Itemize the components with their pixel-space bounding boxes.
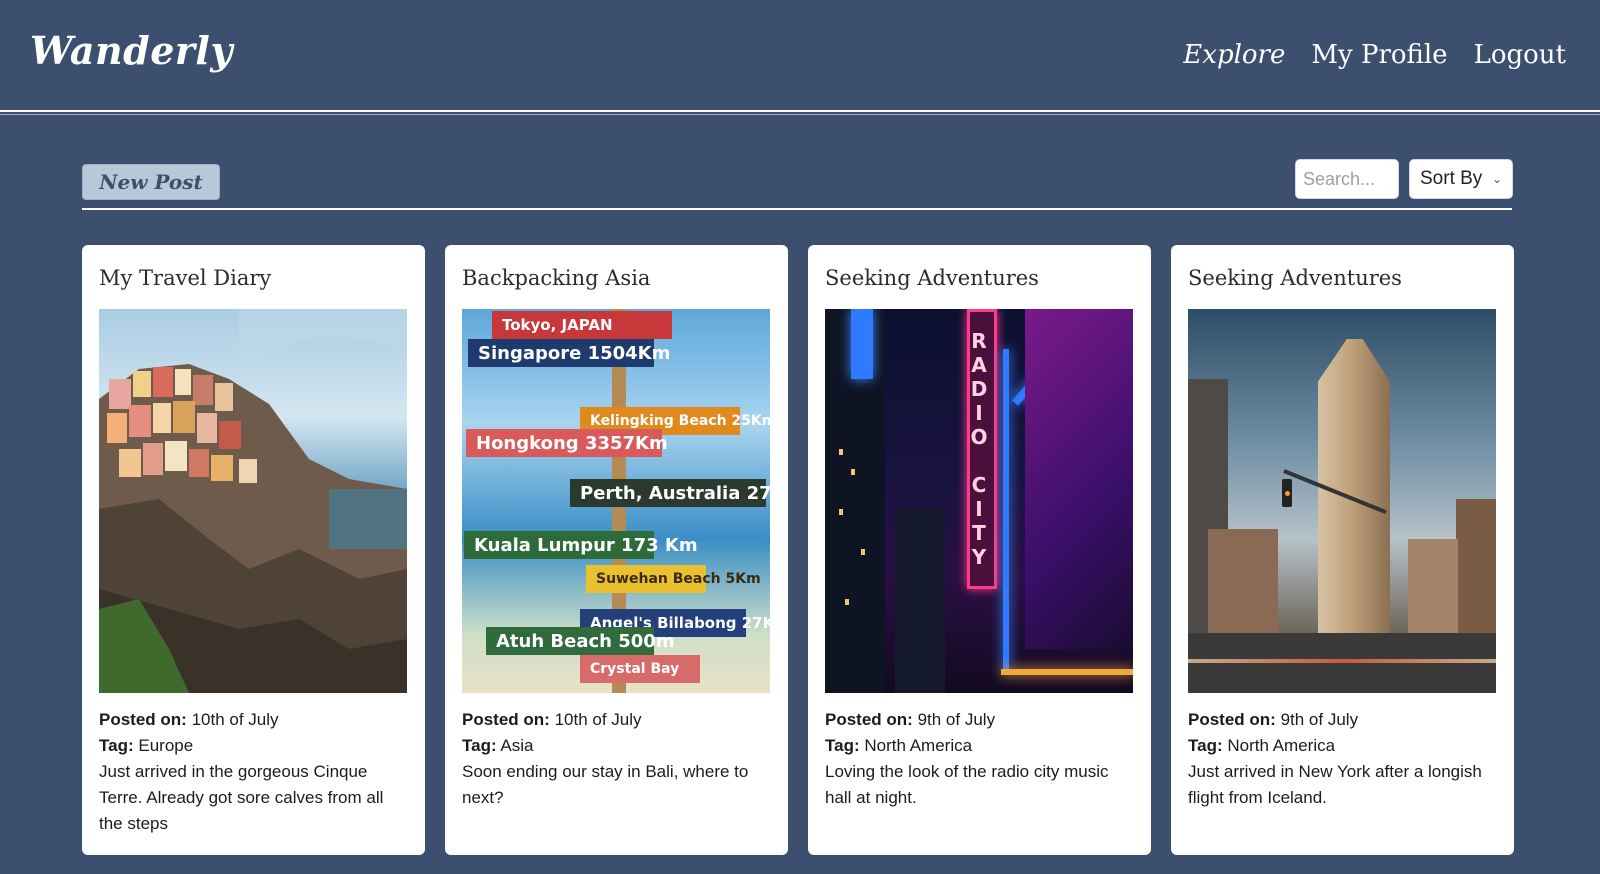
neon-stripe bbox=[1003, 349, 1009, 669]
navbar: Wanderly Explore My Profile Logout bbox=[0, 0, 1600, 112]
toolbar: New Post Sort By ⌄ bbox=[82, 158, 1513, 210]
building-window bbox=[845, 599, 849, 605]
traffic-light-trails bbox=[1188, 659, 1496, 663]
brand-logo[interactable]: Wanderly bbox=[30, 28, 233, 73]
posted-on-row: Posted on: 10th of July bbox=[462, 707, 771, 733]
posted-on-value: 10th of July bbox=[554, 710, 642, 729]
building-window bbox=[851, 469, 855, 475]
skyscraper-middle bbox=[895, 509, 945, 693]
marquee-lights bbox=[1001, 669, 1133, 675]
tag-label: Tag: bbox=[825, 736, 860, 755]
sign-perth: Perth, Australia 2719Km bbox=[570, 479, 770, 507]
new-post-button[interactable]: New Post bbox=[82, 164, 220, 200]
tag-label: Tag: bbox=[462, 736, 497, 755]
sign-tokyo: Tokyo, JAPAN bbox=[492, 311, 672, 339]
tag-value[interactable]: Europe bbox=[138, 736, 193, 755]
posted-on-label: Posted on: bbox=[462, 710, 550, 729]
nav-logout[interactable]: Logout bbox=[1474, 40, 1566, 70]
post-card[interactable]: Seeking Adventures RADIO CITY Posted on:… bbox=[808, 245, 1151, 855]
tag-label: Tag: bbox=[1188, 736, 1223, 755]
neon-tower-light bbox=[851, 309, 873, 379]
post-title: My Travel Diary bbox=[99, 266, 272, 290]
tag-value[interactable]: Asia bbox=[500, 736, 533, 755]
radio-city-neon-sign: RADIO CITY bbox=[967, 309, 997, 589]
post-description: Loving the look of the radio city music … bbox=[825, 762, 1109, 807]
sort-by-label: Sort By bbox=[1420, 168, 1483, 189]
post-description: Soon ending our stay in Bali, where to n… bbox=[462, 762, 749, 807]
sign-atuh-beach: Atuh Beach 500m bbox=[486, 627, 675, 655]
tag-row: Tag: North America bbox=[825, 733, 1134, 759]
post-title: Seeking Adventures bbox=[825, 266, 1039, 290]
post-image[interactable] bbox=[99, 309, 407, 693]
tag-value[interactable]: North America bbox=[864, 736, 972, 755]
posted-on-row: Posted on: 10th of July bbox=[99, 707, 408, 733]
post-image[interactable]: RADIO CITY bbox=[825, 309, 1133, 693]
header-divider bbox=[0, 110, 1600, 112]
post-description: Just arrived in the gorgeous Cinque Terr… bbox=[99, 762, 384, 833]
marquee-facade bbox=[1025, 309, 1133, 649]
sort-by-select[interactable]: Sort By ⌄ bbox=[1409, 159, 1513, 199]
post-description: Just arrived in New York after a longish… bbox=[1188, 762, 1482, 807]
post-meta: Posted on: 9th of July Tag: North Americ… bbox=[825, 707, 1134, 759]
posted-on-row: Posted on: 9th of July bbox=[1188, 707, 1497, 733]
posted-on-label: Posted on: bbox=[99, 710, 187, 729]
nav-links: Explore My Profile Logout bbox=[1183, 40, 1566, 70]
sign-crystal-bay: Crystal Bay bbox=[580, 655, 700, 683]
post-card[interactable]: Seeking Adventures Posted on: 9th of Jul… bbox=[1171, 245, 1514, 855]
search-input[interactable] bbox=[1295, 159, 1399, 199]
posted-on-value: 10th of July bbox=[191, 710, 279, 729]
posted-on-value: 9th of July bbox=[1280, 710, 1359, 729]
traffic-light-lamp bbox=[1285, 491, 1290, 496]
building-window bbox=[839, 449, 843, 455]
posted-on-value: 9th of July bbox=[917, 710, 996, 729]
building-window bbox=[861, 549, 865, 555]
posted-on-label: Posted on: bbox=[825, 710, 913, 729]
chevron-down-icon: ⌄ bbox=[1491, 172, 1502, 186]
nav-my-profile[interactable]: My Profile bbox=[1311, 40, 1447, 70]
street bbox=[1188, 633, 1496, 693]
tag-row: Tag: Europe bbox=[99, 733, 408, 759]
post-meta: Posted on: 10th of July Tag: Europe bbox=[99, 707, 408, 759]
tag-value[interactable]: North America bbox=[1227, 736, 1335, 755]
posted-on-label: Posted on: bbox=[1188, 710, 1276, 729]
post-image[interactable]: Tokyo, JAPAN Singapore 1504Km Kelingking… bbox=[462, 309, 770, 693]
cinque-terre-photo bbox=[99, 309, 407, 693]
nav-explore[interactable]: Explore bbox=[1183, 40, 1285, 70]
tag-row: Tag: North America bbox=[1188, 733, 1497, 759]
header-divider-secondary bbox=[0, 114, 1600, 115]
post-image[interactable] bbox=[1188, 309, 1496, 693]
tag-row: Tag: Asia bbox=[462, 733, 771, 759]
tag-label: Tag: bbox=[99, 736, 134, 755]
sign-suwehan: Suwehan Beach 5Km bbox=[586, 565, 761, 593]
posted-on-row: Posted on: 9th of July bbox=[825, 707, 1134, 733]
building-window bbox=[839, 509, 843, 515]
post-card[interactable]: Backpacking Asia Tokyo, JAPAN Singapore … bbox=[445, 245, 788, 855]
sign-kuala-lumpur: Kuala Lumpur 173 Km bbox=[464, 531, 698, 559]
sign-singapore: Singapore 1504Km bbox=[468, 339, 670, 367]
post-title: Seeking Adventures bbox=[1188, 266, 1402, 290]
post-title: Backpacking Asia bbox=[462, 266, 651, 290]
post-meta: Posted on: 10th of July Tag: Asia bbox=[462, 707, 771, 759]
toolbar-divider bbox=[82, 208, 1512, 210]
post-meta: Posted on: 9th of July Tag: North Americ… bbox=[1188, 707, 1497, 759]
post-card[interactable]: My Travel Diary Posted on: 10th of July … bbox=[82, 245, 425, 855]
sign-hongkong: Hongkong 3357Km bbox=[466, 429, 668, 457]
